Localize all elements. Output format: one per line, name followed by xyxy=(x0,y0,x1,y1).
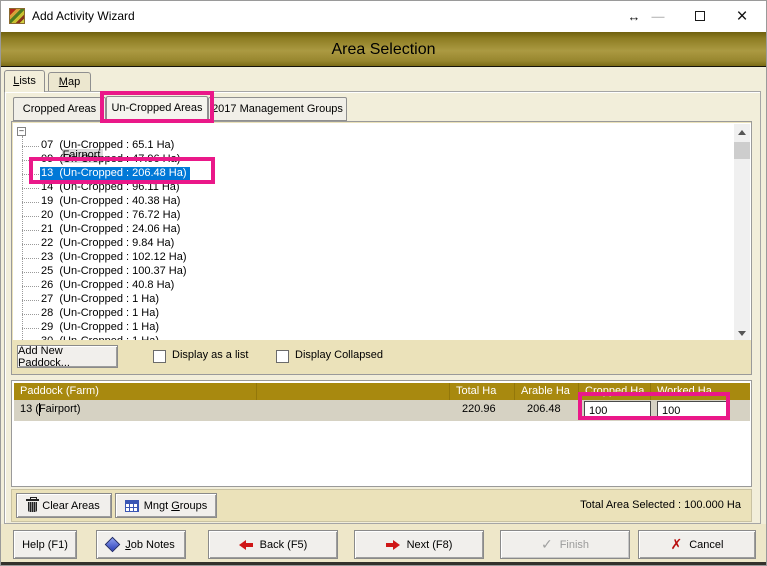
window-bottom-edge xyxy=(1,562,767,566)
tree-item-label: 23 (Un-Cropped : 102.12 Ha) xyxy=(40,251,190,265)
scrollbar-thumb[interactable] xyxy=(734,142,750,159)
tree-item[interactable]: 27 (Un-Cropped : 1 Ha) xyxy=(13,293,751,307)
cancel-x-icon: ✗ xyxy=(671,536,683,553)
col-total-ha: Total Ha xyxy=(450,383,515,400)
tree-item-label: 22 (Un-Cropped : 9.84 Ha) xyxy=(40,237,177,251)
app-icon xyxy=(9,8,25,24)
tree-item[interactable]: 14 (Un-Cropped : 96.11 Ha) xyxy=(13,181,751,195)
tree-item-label: 26 (Un-Cropped : 40.8 Ha) xyxy=(40,279,177,293)
tree-item[interactable]: 09 (Un-Cropped : 47.96 Ha) xyxy=(13,153,751,167)
tree-item-label: 29 (Un-Cropped : 1 Ha) xyxy=(40,321,162,335)
tree-item[interactable]: 28 (Un-Cropped : 1 Ha) xyxy=(13,307,751,321)
collapse-icon[interactable]: – xyxy=(17,127,26,136)
next-button[interactable]: Next (F8) xyxy=(354,530,484,559)
trash-icon xyxy=(28,502,37,512)
tree-root-row[interactable]: – Fairport xyxy=(13,125,751,139)
cell-total-ha: 220.96 xyxy=(462,403,496,415)
tree-item[interactable]: 29 (Un-Cropped : 1 Ha) xyxy=(13,321,751,335)
col-paddock-farm: Paddock (Farm) xyxy=(14,383,257,400)
subtab-uncropped-areas[interactable]: Un-Cropped Areas xyxy=(106,96,208,121)
tree-item[interactable]: 23 (Un-Cropped : 102.12 Ha) xyxy=(13,251,751,265)
display-as-list-label: Display as a list xyxy=(172,349,248,361)
tree-item-label: 21 (Un-Cropped : 24.06 Ha) xyxy=(40,223,183,237)
text-caret xyxy=(39,403,40,416)
close-icon[interactable]: × xyxy=(729,1,755,32)
tree-item[interactable]: 20 (Un-Cropped : 76.72 Ha) xyxy=(13,209,751,223)
cell-arable-ha: 206.48 xyxy=(527,403,561,415)
tree-item-label: 07 (Un-Cropped : 65.1 Ha) xyxy=(40,139,177,153)
display-collapsed-label: Display Collapsed xyxy=(295,349,383,361)
tree-item[interactable]: 22 (Un-Cropped : 9.84 Ha) xyxy=(13,237,751,251)
mngt-groups-button[interactable]: Mngt Groups xyxy=(115,493,217,518)
subtab-2017-management-groups[interactable]: 2017 Management Groups xyxy=(208,97,347,121)
display-as-list-checkbox[interactable] xyxy=(153,350,166,363)
tree-item-label: 09 (Un-Cropped : 47.96 Ha) xyxy=(40,153,183,167)
tree-item[interactable]: 19 (Un-Cropped : 40.38 Ha) xyxy=(13,195,751,209)
col-arable-ha: Arable Ha xyxy=(515,383,579,400)
banner: Area Selection xyxy=(1,32,766,67)
table-header-row: Paddock (Farm) Total Ha Arable Ha Croppe… xyxy=(14,383,750,400)
title-bar: Add Activity Wizard ↔ — × xyxy=(1,1,766,32)
tree-item-label: 13 (Un-Cropped : 206.48 Ha) xyxy=(40,167,190,181)
selected-areas-table: Paddock (Farm) Total Ha Arable Ha Croppe… xyxy=(11,380,752,487)
total-area-selected-label: Total Area Selected : 100.000 Ha xyxy=(580,499,741,511)
tree-item-label: 27 (Un-Cropped : 1 Ha) xyxy=(40,293,162,307)
back-button[interactable]: Back (F5) xyxy=(208,530,338,559)
scroll-down-icon[interactable] xyxy=(734,325,750,340)
col-cropped-ha: Cropped Ha xyxy=(579,383,651,400)
grid-icon xyxy=(125,500,139,512)
help-button[interactable]: Help (F1) xyxy=(13,530,77,559)
tree-item[interactable]: 13 (Un-Cropped : 206.48 Ha) xyxy=(13,167,751,181)
col-worked-ha: Worked Ha xyxy=(651,383,750,400)
tree-scrollbar[interactable] xyxy=(734,124,750,340)
area-footer-panel: Clear Areas Mngt Groups Total Area Selec… xyxy=(11,489,752,522)
cancel-button[interactable]: ✗ Cancel xyxy=(638,530,756,559)
add-new-paddock-button[interactable]: Add New Paddock... xyxy=(17,345,118,368)
next-arrow-icon xyxy=(386,540,400,550)
worked-ha-input[interactable] xyxy=(657,401,729,420)
job-notes-button[interactable]: Job Notes xyxy=(96,530,186,559)
tree-item[interactable]: 25 (Un-Cropped : 100.37 Ha) xyxy=(13,265,751,279)
add-activity-wizard-window: Add Activity Wizard ↔ — × Area Selection… xyxy=(0,0,767,566)
tree-footer: Add New Paddock... Display as a list Dis… xyxy=(13,340,751,374)
check-icon: ✓ xyxy=(541,536,553,553)
tree-item-label: 14 (Un-Cropped : 96.11 Ha) xyxy=(40,181,183,195)
wizard-button-bar: Help (F1) Job Notes Back (F5) Next (F8) … xyxy=(1,524,767,562)
window-title: Add Activity Wizard xyxy=(32,1,135,32)
tree-list[interactable]: – Fairport 07 (Un-Cropped : 65.1 Ha)09 (… xyxy=(13,123,751,340)
scroll-up-icon[interactable] xyxy=(734,124,750,140)
clear-areas-button[interactable]: Clear Areas xyxy=(16,493,112,518)
tree-item[interactable]: 21 (Un-Cropped : 24.06 Ha) xyxy=(13,223,751,237)
col-blank xyxy=(257,383,450,400)
cell-paddock: 13 (Fairport) xyxy=(20,403,81,415)
paddock-tree-group: – Fairport 07 (Un-Cropped : 65.1 Ha)09 (… xyxy=(11,121,752,375)
minimize-icon[interactable]: — xyxy=(645,1,671,32)
resize-icon[interactable]: ↔ xyxy=(621,1,647,32)
cropped-ha-input[interactable] xyxy=(584,401,651,420)
diamond-icon xyxy=(105,537,121,553)
tab-map[interactable]: Map xyxy=(48,72,91,92)
page-title: Area Selection xyxy=(331,41,435,58)
tree-item-label: 20 (Un-Cropped : 76.72 Ha) xyxy=(40,209,183,223)
tree-item-label: 25 (Un-Cropped : 100.37 Ha) xyxy=(40,265,190,279)
tree-item-label: 28 (Un-Cropped : 1 Ha) xyxy=(40,307,162,321)
subtab-cropped-areas[interactable]: Cropped Areas xyxy=(13,97,106,121)
maximize-icon[interactable] xyxy=(687,1,713,32)
back-arrow-icon xyxy=(239,540,253,550)
table-row[interactable]: 13 (Fairport) 220.96 206.48 xyxy=(14,400,750,421)
display-collapsed-checkbox[interactable] xyxy=(276,350,289,363)
tree-item-label: 19 (Un-Cropped : 40.38 Ha) xyxy=(40,195,183,209)
finish-button: ✓ Finish xyxy=(500,530,630,559)
tab-lists[interactable]: Lists xyxy=(4,70,45,92)
tree-item[interactable]: 07 (Un-Cropped : 65.1 Ha) xyxy=(13,139,751,153)
tree-item[interactable]: 26 (Un-Cropped : 40.8 Ha) xyxy=(13,279,751,293)
